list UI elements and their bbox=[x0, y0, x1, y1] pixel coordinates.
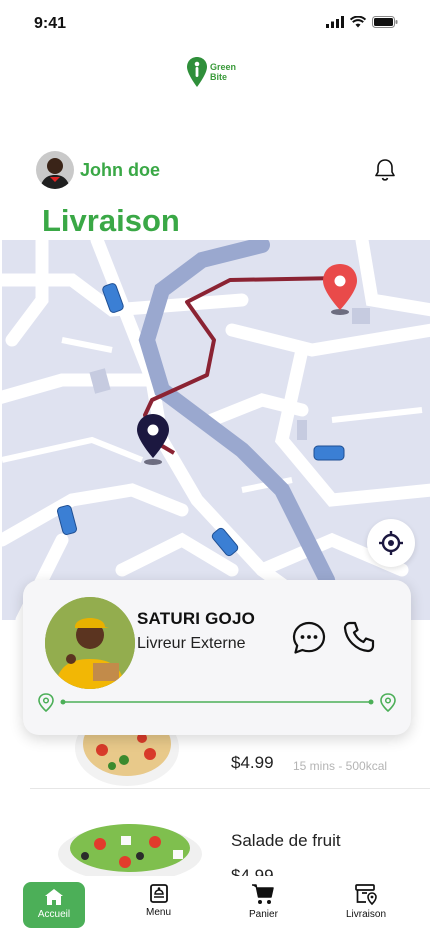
avatar[interactable] bbox=[36, 151, 74, 189]
food-meta: 15 mins - 500kcal bbox=[293, 759, 388, 773]
chat-icon[interactable] bbox=[291, 620, 327, 656]
logo-pin-icon bbox=[187, 57, 207, 87]
nav-label: Menu bbox=[146, 907, 172, 918]
nav-label: Panier bbox=[249, 909, 278, 920]
nav-accueil[interactable]: Accueil bbox=[23, 882, 85, 928]
map-canvas bbox=[2, 240, 430, 620]
bottom-nav: Accueil Menu Panier Livraison bbox=[0, 876, 430, 932]
user-name: John doe bbox=[80, 159, 160, 180]
nav-livraison[interactable]: Livraison bbox=[346, 882, 386, 920]
locate-button[interactable] bbox=[367, 519, 415, 567]
delivery-icon bbox=[355, 884, 377, 906]
page-title: Livraison bbox=[42, 203, 180, 238]
driver-photo bbox=[45, 597, 135, 689]
bell-icon[interactable] bbox=[374, 158, 396, 182]
logo-text-line1: Green bbox=[210, 62, 237, 72]
phone-icon[interactable] bbox=[342, 620, 376, 654]
home-icon bbox=[45, 889, 63, 905]
food-price: $4.99 bbox=[231, 753, 274, 772]
status-icons bbox=[326, 16, 398, 28]
signal-icon bbox=[326, 16, 344, 28]
wifi-icon bbox=[350, 16, 366, 28]
divider bbox=[30, 788, 430, 789]
status-time: 9:41 bbox=[34, 15, 67, 32]
status-bar: 9:41 bbox=[0, 0, 430, 48]
app-logo: Green Bite bbox=[186, 56, 236, 88]
nav-panier[interactable]: Panier bbox=[249, 882, 278, 920]
driver-role: Livreur Externe bbox=[137, 635, 246, 652]
nav-menu[interactable]: Menu bbox=[146, 882, 171, 918]
driver-card: SATURI GOJO Livreur Externe bbox=[23, 580, 411, 735]
food-item[interactable]: Salade de fruit $4.99 bbox=[0, 808, 430, 885]
food-name: Salade de fruit bbox=[231, 831, 341, 850]
user-header: John doe bbox=[36, 150, 396, 190]
nav-label: Accueil bbox=[37, 909, 71, 920]
delivery-map[interactable] bbox=[2, 240, 430, 620]
food-image bbox=[58, 824, 202, 882]
delivery-progress bbox=[38, 693, 396, 712]
crosshair-icon bbox=[379, 531, 403, 555]
logo-text-line2: Bite bbox=[210, 72, 228, 82]
menu-icon bbox=[149, 884, 168, 903]
battery-icon bbox=[372, 16, 398, 28]
nav-label: Livraison bbox=[346, 909, 387, 920]
cart-icon bbox=[252, 884, 275, 904]
driver-name: SATURI GOJO bbox=[137, 609, 256, 628]
